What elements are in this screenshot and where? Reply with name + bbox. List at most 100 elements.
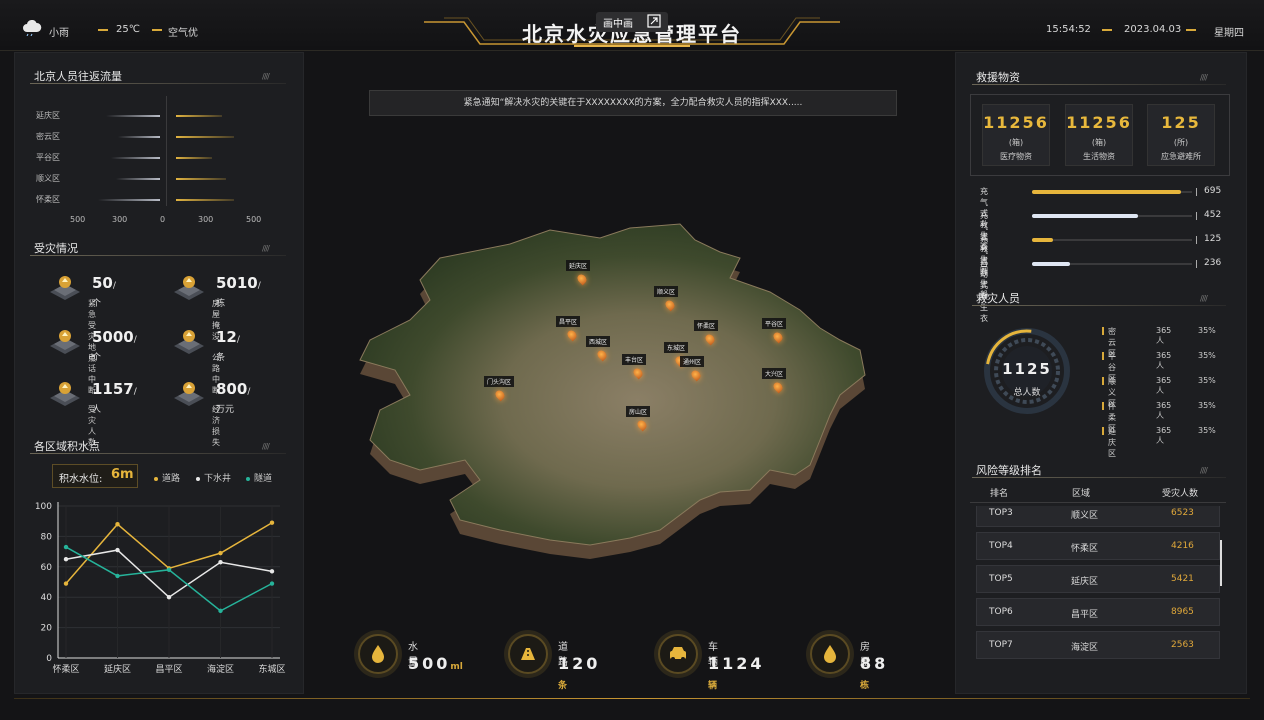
map-district-label: 昌平区 xyxy=(556,316,581,327)
material-bar-value: 236 xyxy=(1204,258,1222,268)
legend-manhole: 下水井 xyxy=(196,471,231,484)
rescue-percent: 35% xyxy=(1198,351,1216,360)
flow-bar-out xyxy=(118,136,160,138)
rescue-pin-icon xyxy=(1102,402,1104,410)
ranking-panel-title: 风险等级排名 xyxy=(976,464,1042,477)
flow-axis-tick: 500 xyxy=(70,215,86,224)
rescue-percent: 35% xyxy=(1198,401,1216,410)
flow-bar-out xyxy=(106,115,160,117)
ranking-list[interactable]: TOP3 顺义区 6523 TOP4 怀柔区 4216 TOP5 延庆区 5421 TOP6 昌平区… xyxy=(970,506,1226,666)
rescue-count: 365人 xyxy=(1156,426,1172,445)
material-box: 11256 (箱) 医疗物资 xyxy=(982,104,1050,166)
pip-label: 画中画 xyxy=(603,18,633,30)
ranking-value: 5421 xyxy=(1171,574,1194,584)
ranking-header-count: 受灾人数 xyxy=(1162,489,1199,499)
disaster-stat-label: 经济损失 xyxy=(212,405,220,447)
material-progress-bar xyxy=(1032,238,1192,242)
rescue-percent: 35% xyxy=(1198,376,1216,385)
air-quality-text: 空气优 xyxy=(168,28,198,39)
flow-bar-in xyxy=(176,115,222,117)
ranking-scrollbar[interactable] xyxy=(1220,540,1222,586)
ranking-district: 海淀区 xyxy=(1071,643,1099,653)
bottom-stat-value: 88栋 xyxy=(860,654,889,691)
water-drop-icon xyxy=(358,634,398,674)
ranking-row[interactable]: TOP6 昌平区 8965 xyxy=(976,598,1220,626)
chart-y-tick: 0 xyxy=(46,654,52,664)
chart-x-tick: 延庆区 xyxy=(104,663,131,675)
chart-point xyxy=(166,567,172,573)
chart-x-tick: 东城区 xyxy=(258,663,285,675)
ranking-value: 2563 xyxy=(1171,640,1194,650)
flow-axis-tick: 300 xyxy=(198,215,214,224)
ranking-value: 8965 xyxy=(1171,607,1194,617)
disaster-stat-value: 1157/人 xyxy=(92,380,137,415)
flow-bar-in xyxy=(176,136,234,138)
disaster-stat-icon xyxy=(172,326,206,356)
flow-district-label: 顺义区 xyxy=(36,174,60,183)
chart-point xyxy=(63,544,69,550)
chart-y-tick: 80 xyxy=(41,532,53,542)
ranking-row[interactable]: TOP5 延庆区 5421 xyxy=(976,565,1220,593)
material-value: 11256 xyxy=(983,113,1049,132)
rescue-count: 365人 xyxy=(1156,351,1172,370)
material-value: 11256 xyxy=(1066,113,1132,132)
ranking-row[interactable]: TOP3 顺义区 6523 xyxy=(976,506,1220,527)
legend-tunnel: 隧道 xyxy=(246,471,272,484)
rescue-pin-icon xyxy=(1102,352,1104,360)
temperature-text: 25℃ xyxy=(116,24,140,35)
material-value: 125 xyxy=(1161,113,1201,132)
map-district-label: 平谷区 xyxy=(762,318,787,329)
water-level-value: 6m xyxy=(111,467,134,482)
chart-y-tick: 20 xyxy=(41,624,53,634)
disaster-stat-icon xyxy=(48,272,82,302)
rescue-pin-icon xyxy=(1102,377,1104,385)
ranking-district: 怀柔区 xyxy=(1071,544,1099,554)
ranking-header-rank: 排名 xyxy=(990,489,1009,499)
disaster-stat-icon xyxy=(48,378,82,408)
rescue-panel-title: 救灾人员 xyxy=(976,292,1020,305)
picture-in-picture-button[interactable]: 画中画 xyxy=(596,12,668,32)
flow-panel-title: 北京人员往返流量 xyxy=(34,70,122,83)
chart-point xyxy=(218,550,223,556)
disaster-stat-value: 5010/栋 xyxy=(216,274,261,309)
beijing-3d-map xyxy=(359,223,866,559)
chart-point xyxy=(115,573,120,579)
rescue-count: 365人 xyxy=(1156,401,1172,420)
ranking-row[interactable]: TOP7 海淀区 2563 xyxy=(976,631,1220,659)
house-water-icon xyxy=(810,634,850,674)
flow-district-label: 平谷区 xyxy=(36,153,60,162)
material-label: 生活物资 xyxy=(1083,152,1115,161)
map-district-label: 门头沟区 xyxy=(484,376,515,387)
disaster-stat-icon xyxy=(172,378,206,408)
ranking-row[interactable]: TOP4 怀柔区 4216 xyxy=(976,532,1220,560)
disaster-stat-icon xyxy=(172,272,206,302)
weekday-text: 星期四 xyxy=(1214,28,1244,39)
ranking-value: 4216 xyxy=(1171,541,1194,551)
material-progress-bar xyxy=(1032,214,1192,218)
chart-point xyxy=(269,520,275,525)
flow-axis-tick: 0 xyxy=(160,215,166,224)
rescue-pin-icon xyxy=(1102,327,1104,335)
ranking-rank: TOP7 xyxy=(989,640,1013,650)
map-district-label: 丰台区 xyxy=(622,354,647,365)
flow-district-label: 密云区 xyxy=(36,132,60,141)
ranking-rank: TOP3 xyxy=(989,508,1013,518)
chart-point xyxy=(115,522,120,527)
material-unit: (所) xyxy=(1173,138,1189,147)
rescue-pin-icon xyxy=(1102,427,1104,435)
bottom-stat-value: 500ml xyxy=(408,654,463,673)
chart-x-tick: 海淀区 xyxy=(207,663,234,675)
material-progress-bar xyxy=(1032,262,1192,266)
map-district-label: 顺义区 xyxy=(654,286,679,297)
rescue-percent: 35% xyxy=(1198,326,1216,335)
flow-axis-tick: 300 xyxy=(112,215,128,224)
water-panel-title: 各区域积水点 xyxy=(34,440,100,453)
map-district-label: 通州区 xyxy=(680,356,705,367)
material-box: 125 (所) 应急避难所 xyxy=(1147,104,1215,166)
cloud-rain-icon xyxy=(22,19,42,39)
rescue-count: 365人 xyxy=(1156,326,1172,345)
material-unit: (箱) xyxy=(1008,138,1024,147)
material-bar-value: 125 xyxy=(1204,234,1222,244)
chart-y-tick: 100 xyxy=(35,502,52,512)
rescue-percent: 35% xyxy=(1198,426,1216,435)
